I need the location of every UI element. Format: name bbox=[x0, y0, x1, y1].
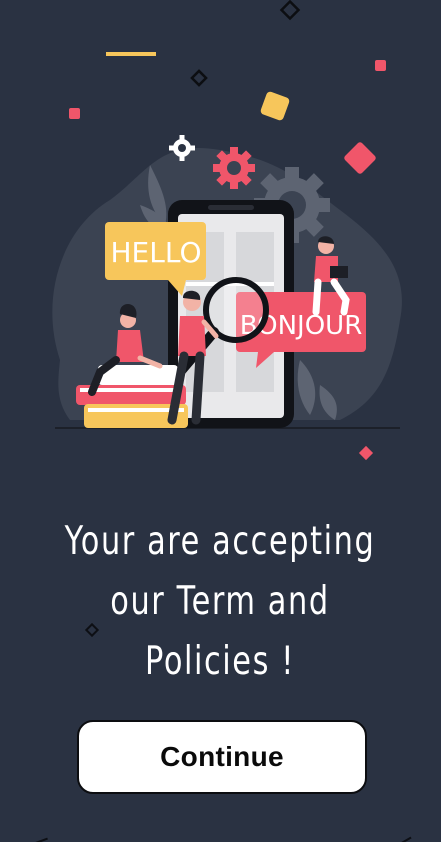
svg-text:HELLO: HELLO bbox=[111, 236, 202, 269]
pink-diamond-icon bbox=[344, 142, 376, 174]
bottom-edge-mark bbox=[398, 836, 412, 842]
continue-button-label: Continue bbox=[160, 741, 284, 772]
headline-line: Policies ! bbox=[144, 639, 295, 685]
continue-button[interactable]: Continue bbox=[77, 720, 367, 794]
headline-line: Your are accepting bbox=[64, 519, 376, 565]
pink-square-icon bbox=[69, 108, 80, 119]
language-illustration: HELLO BONJOUR bbox=[52, 0, 402, 461]
yellow-dash bbox=[106, 52, 156, 56]
terms-headline: Your are accepting our Term and Policies… bbox=[64, 512, 376, 692]
pink-square-icon bbox=[375, 60, 386, 71]
bottom-edge-mark bbox=[34, 837, 48, 842]
diamond-outline-icon bbox=[190, 69, 208, 87]
onboarding-screen: HELLO BONJOUR Your are accepting our Ter… bbox=[0, 0, 441, 842]
pink-gear-icon bbox=[213, 147, 255, 189]
yellow-diamond-icon bbox=[260, 91, 290, 121]
diamond-outline-icon bbox=[279, 0, 301, 21]
pink-diamond-icon bbox=[358, 445, 374, 461]
headline-line: our Term and bbox=[110, 579, 330, 625]
